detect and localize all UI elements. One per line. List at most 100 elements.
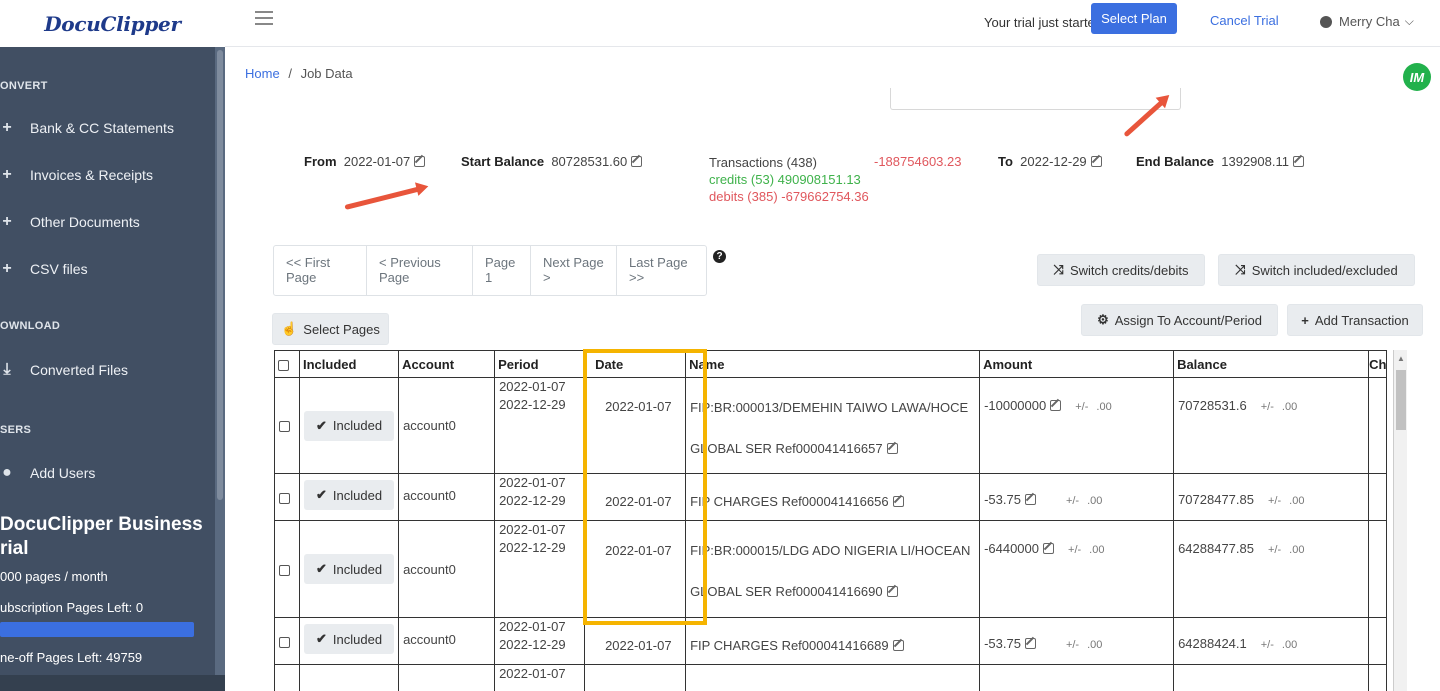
row-checkbox-cell[interactable] (274, 377, 300, 474)
decimal-toggle[interactable]: .00 (1289, 544, 1304, 556)
current-page[interactable]: Page 1 (473, 246, 531, 295)
edit-icon[interactable] (892, 639, 904, 651)
section-convert: ONVERT (0, 80, 48, 92)
row-checkbox[interactable] (279, 564, 290, 576)
assign-account-period-button[interactable]: ⚙ Assign To Account/Period (1081, 304, 1278, 336)
amount-value[interactable]: -10000000 (984, 398, 1046, 413)
edit-icon[interactable] (1090, 156, 1102, 167)
sign-toggle[interactable]: +/- (1261, 401, 1274, 413)
edit-icon[interactable] (886, 443, 898, 454)
period-end: 2022-12-29 (499, 637, 566, 652)
sign-toggle[interactable]: +/- (1066, 495, 1079, 507)
sign-toggle[interactable]: +/- (1268, 495, 1281, 507)
ch-cell (1368, 520, 1388, 618)
header-included[interactable]: Included (298, 350, 400, 378)
edit-icon[interactable] (886, 586, 898, 597)
check-icon: ✔ (316, 487, 327, 502)
add-transaction-button[interactable]: + Add Transaction (1287, 304, 1423, 336)
brand-logo[interactable]: DocuClipper (44, 12, 181, 36)
included-toggle-button[interactable]: ✔ Included (304, 624, 395, 654)
select-all-checkbox[interactable] (278, 359, 289, 371)
decimal-toggle[interactable]: .00 (1289, 495, 1304, 507)
last-page-button[interactable]: Last Page >> (617, 246, 706, 295)
help-icon[interactable]: ? (713, 250, 726, 263)
decimal-toggle[interactable]: .00 (1282, 401, 1297, 413)
edit-icon[interactable] (631, 156, 643, 167)
balance-value[interactable]: 64288477.85 (1178, 541, 1254, 556)
header-ch[interactable]: Ch (1368, 350, 1388, 378)
sign-toggle[interactable]: +/- (1268, 544, 1281, 556)
decimal-toggle[interactable]: .00 (1087, 495, 1102, 507)
sidebar-scrollbar-thumb[interactable] (217, 50, 223, 500)
select-pages-button[interactable]: ☝ Select Pages (272, 313, 389, 345)
header-account[interactable]: Account (398, 350, 496, 378)
brand-bar: DocuClipper (0, 0, 225, 47)
sign-toggle[interactable]: +/- (1261, 639, 1274, 651)
sidebar-item-csv-files[interactable]: + CSV files (0, 256, 87, 282)
account-cell: account0 (398, 520, 496, 618)
row-checkbox-cell[interactable] (274, 664, 300, 691)
next-page-button[interactable]: Next Page > (531, 246, 617, 295)
account-cell: account0 (398, 473, 496, 521)
included-toggle-button[interactable]: ✔ Included (304, 554, 395, 584)
hamburger-menu-icon[interactable] (255, 11, 273, 25)
row-checkbox-cell[interactable] (274, 617, 300, 665)
sidebar-item-label: Add Users (30, 465, 96, 481)
header-period[interactable]: Period (494, 350, 586, 378)
decimal-toggle[interactable]: .00 (1282, 639, 1297, 651)
amount-value[interactable]: -53.75 (984, 636, 1021, 651)
edit-icon[interactable] (1024, 637, 1036, 649)
header-name[interactable]: Name (685, 350, 981, 378)
plus-icon: + (2, 260, 12, 277)
balance-value[interactable]: 70728531.6 (1178, 398, 1247, 413)
sidebar-item-invoices[interactable]: + Invoices & Receipts (0, 162, 153, 188)
edit-icon[interactable] (414, 156, 426, 167)
period-end: 2022-12-29 (499, 493, 566, 508)
row-checkbox[interactable] (279, 421, 290, 433)
search-box[interactable] (890, 88, 1181, 110)
header-amount[interactable]: Amount (979, 350, 1175, 378)
select-all-header[interactable] (274, 350, 300, 378)
previous-page-button[interactable]: < Previous Page (367, 246, 473, 295)
sidebar-item-converted-files[interactable]: ⤓ Converted Files (0, 357, 128, 383)
from-label: From (304, 154, 337, 169)
select-plan-button[interactable]: Select Plan (1091, 3, 1177, 34)
edit-icon[interactable] (1024, 493, 1036, 505)
sidebar-item-bank-statements[interactable]: + Bank & CC Statements (0, 115, 174, 141)
decimal-toggle[interactable]: .00 (1087, 639, 1102, 651)
sidebar-item-add-users[interactable]: ● Add Users (0, 460, 95, 486)
amount-value[interactable]: -6440000 (984, 541, 1039, 556)
decimal-toggle[interactable]: .00 (1096, 401, 1111, 413)
switch-credits-debits-button[interactable]: ⤨ Switch credits/debits (1037, 254, 1205, 286)
header-balance[interactable]: Balance (1173, 350, 1370, 378)
cancel-trial-link[interactable]: Cancel Trial (1210, 13, 1279, 28)
edit-icon[interactable] (1050, 400, 1062, 411)
table-scrollbar-thumb[interactable] (1396, 370, 1406, 430)
row-checkbox[interactable] (279, 636, 290, 648)
im-badge[interactable]: IM (1403, 63, 1431, 91)
edit-icon[interactable] (1292, 156, 1304, 167)
sidebar-item-other-documents[interactable]: + Other Documents (0, 209, 139, 235)
sign-toggle[interactable]: +/- (1075, 401, 1088, 413)
row-checkbox-cell[interactable] (274, 473, 300, 521)
sign-toggle[interactable]: +/- (1066, 639, 1079, 651)
scroll-up-arrow-icon[interactable]: ▲ (1397, 354, 1405, 363)
sign-toggle[interactable]: +/- (1068, 544, 1081, 556)
balance-value[interactable]: 64288424.1 (1178, 636, 1247, 651)
included-toggle-button[interactable]: ✔ Included (304, 480, 395, 510)
balance-value[interactable]: 70728477.85 (1178, 492, 1254, 507)
edit-icon[interactable] (1043, 543, 1055, 554)
amount-value[interactable]: -53.75 (984, 492, 1021, 507)
edit-icon[interactable] (892, 495, 904, 507)
breadcrumb-home[interactable]: Home (245, 66, 280, 81)
row-checkbox-cell[interactable] (274, 520, 300, 618)
included-toggle-button[interactable]: ✔ Included (304, 410, 395, 441)
first-page-button[interactable]: << First Page (274, 246, 367, 295)
switch-included-excluded-button[interactable]: ⤨ Switch included/excluded (1218, 254, 1415, 286)
user-menu[interactable]: Merry Cha ⌵ (1320, 14, 1414, 29)
row-checkbox[interactable] (279, 492, 290, 504)
account-cell: account0 (398, 377, 496, 474)
decimal-toggle[interactable]: .00 (1089, 544, 1104, 556)
table-scrollbar[interactable]: ▲ (1393, 350, 1407, 691)
annotation-arrow (344, 186, 422, 210)
